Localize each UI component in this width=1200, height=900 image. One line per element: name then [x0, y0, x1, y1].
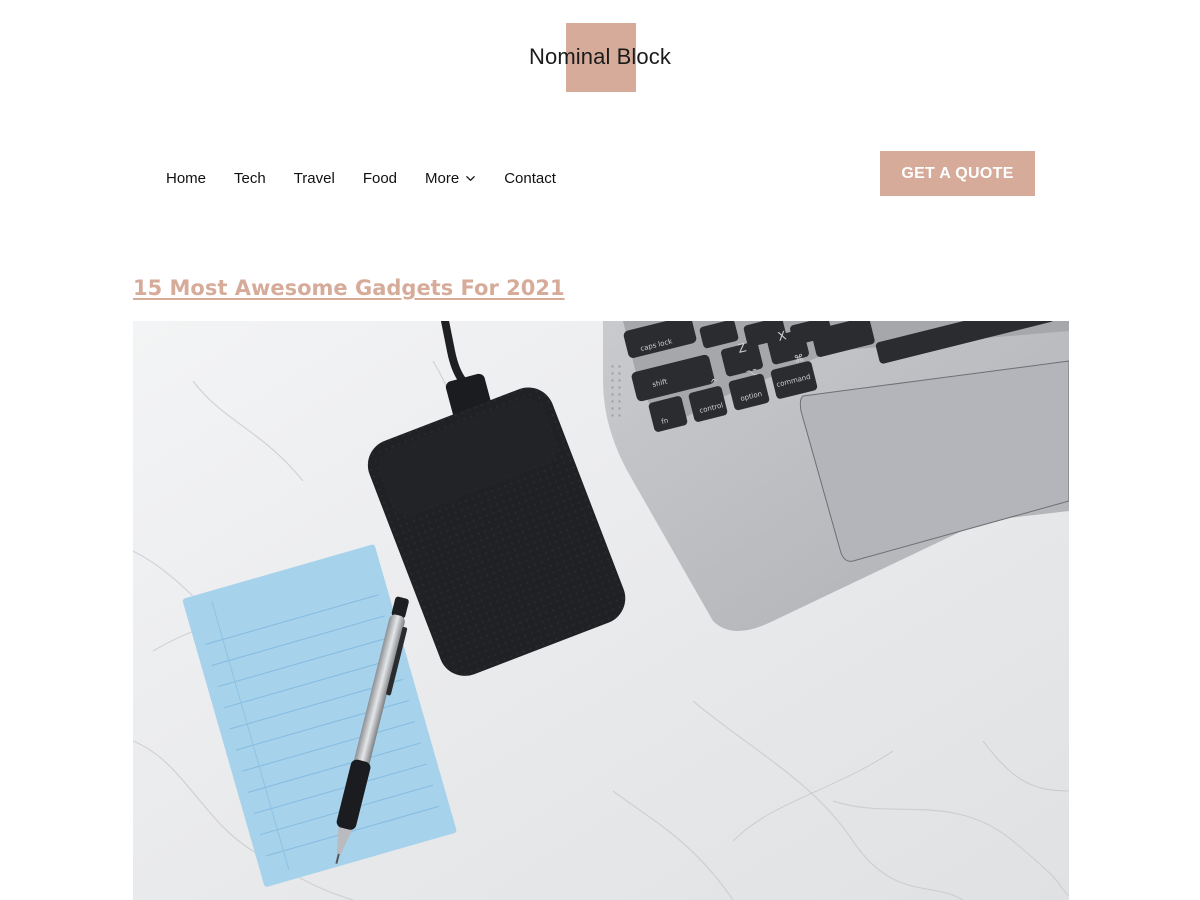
nav-item-tech[interactable]: Tech — [234, 170, 266, 187]
featured-image-illustration: caps lock shift fn control option comman… — [133, 321, 1069, 900]
nav-item-food[interactable]: Food — [363, 170, 397, 187]
chevron-down-icon — [466, 175, 476, 181]
nav-item-label: Tech — [234, 169, 266, 187]
nav-item-label: Travel — [293, 169, 335, 187]
nav-item-contact[interactable]: Contact — [504, 170, 556, 187]
nav-item-more[interactable]: More — [425, 170, 476, 187]
nav-item-label: Contact — [504, 169, 556, 187]
nav-item-label: Food — [362, 169, 398, 187]
nav-item-label: Home — [166, 169, 207, 187]
get-a-quote-button[interactable]: GET A QUOTE — [880, 151, 1035, 196]
site-title[interactable]: Nominal Block — [0, 44, 1200, 70]
nav-item-home[interactable]: Home — [166, 170, 206, 187]
nav-item-label: More — [425, 169, 460, 187]
post-featured-image[interactable]: caps lock shift fn control option comman… — [133, 321, 1069, 900]
page: Nominal Block Home Tech Travel Food More… — [0, 0, 1200, 900]
main-nav: Home Tech Travel Food More Contact — [166, 166, 584, 190]
post-title-link[interactable]: 15 Most Awesome Gadgets For 2021 — [133, 276, 565, 300]
site-header: Nominal Block — [0, 0, 1200, 120]
nav-item-travel[interactable]: Travel — [294, 170, 335, 187]
